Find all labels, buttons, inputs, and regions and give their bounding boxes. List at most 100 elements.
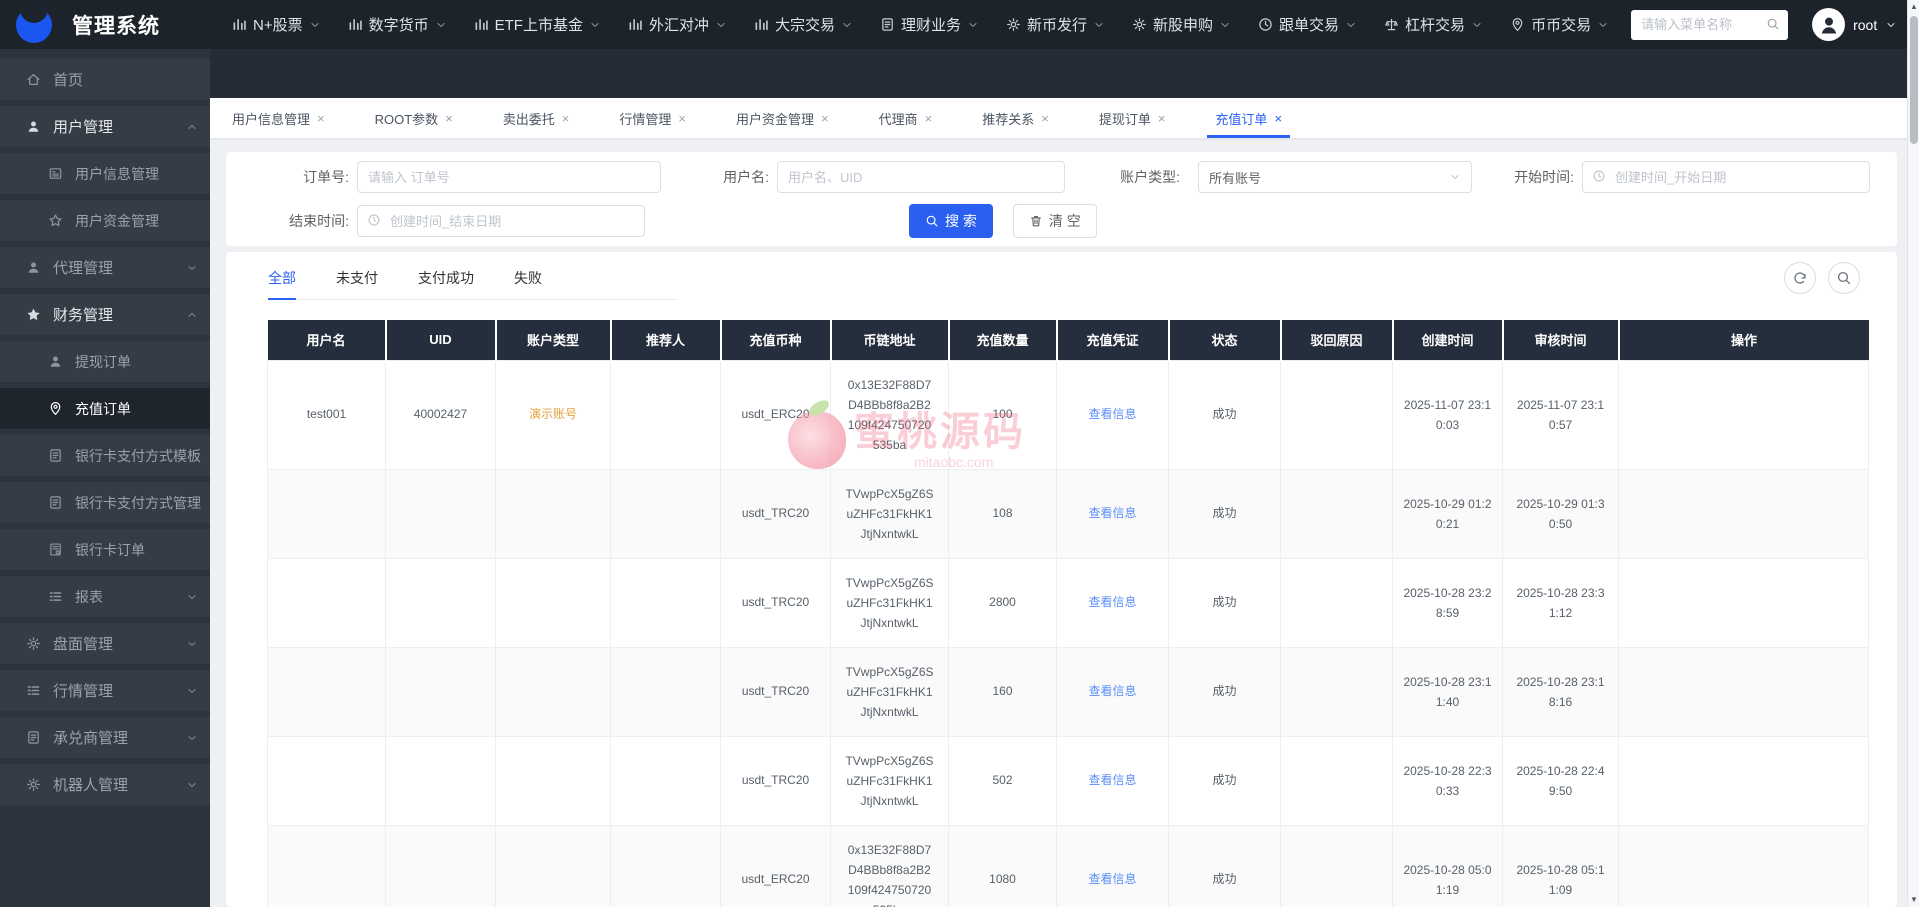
close-tab-icon[interactable]: × (1274, 111, 1282, 126)
cell-account_type (495, 557, 611, 648)
cell-referrer (610, 824, 721, 907)
close-tab-icon[interactable]: × (445, 111, 453, 126)
scrollbar-thumb[interactable] (1910, 16, 1918, 144)
leverage-icon (1384, 17, 1399, 32)
refresh-button[interactable] (1784, 262, 1816, 294)
tab-提现订单[interactable]: 提现订单 × (1085, 98, 1180, 138)
tab-行情管理[interactable]: 行情管理 × (605, 98, 700, 138)
close-tab-icon[interactable]: × (562, 111, 570, 126)
status-tab-失败[interactable]: 失败 (514, 264, 542, 298)
column-header-UID: UID (385, 320, 497, 360)
view-info-link[interactable]: 查看信息 (1088, 773, 1136, 787)
nav-menu-10[interactable]: 杠杆交易 (1384, 14, 1483, 35)
nav-menu-1[interactable]: N+股票 (232, 14, 321, 35)
scroll-down-icon[interactable]: ▼ (1908, 893, 1919, 907)
close-tab-icon[interactable]: × (1041, 111, 1049, 126)
chevron-down-icon (1885, 19, 1897, 31)
cell-amount: 160 (948, 646, 1057, 737)
tab-ROOT参数[interactable]: ROOT参数 × (361, 98, 467, 138)
sidebar-item-label: 提现订单 (75, 353, 131, 370)
sidebar-item-银行卡支付方式管理[interactable]: 银行卡支付方式管理 (0, 482, 210, 523)
status-tab-支付成功[interactable]: 支付成功 (418, 264, 474, 298)
status-tab-全部[interactable]: 全部 (268, 264, 296, 300)
document-icon (48, 495, 63, 510)
search-button[interactable]: 搜 索 (909, 204, 993, 238)
cell-username: test001 (267, 359, 386, 470)
start-time-input[interactable] (1582, 161, 1870, 193)
tab-用户信息管理[interactable]: 用户信息管理 × (218, 98, 339, 138)
order-no-input[interactable] (357, 161, 661, 193)
cell-action (1618, 735, 1869, 826)
nav-menu-9[interactable]: 跟单交易 (1258, 14, 1357, 35)
nav-menu-label: 新股申购 (1153, 17, 1214, 34)
close-tab-icon[interactable]: × (925, 111, 933, 126)
close-tab-icon[interactable]: × (821, 111, 829, 126)
sidebar-item-银行卡支付方式模板[interactable]: 银行卡支付方式模板 (0, 435, 210, 476)
cell-status: 成功 (1168, 735, 1281, 826)
nav-menu-3[interactable]: ETF上市基金 (474, 14, 601, 35)
vertical-scrollbar[interactable]: ▲ ▼ (1907, 0, 1919, 907)
tab-代理商[interactable]: 代理商 × (865, 98, 947, 138)
sidebar-item-代理管理[interactable]: 代理管理 (0, 247, 210, 288)
sidebar-item-label: 盘面管理 (53, 636, 114, 653)
chevron-down-icon (186, 638, 198, 650)
nav-menu-2[interactable]: 数字货币 (348, 14, 447, 35)
view-info-link[interactable]: 查看信息 (1088, 595, 1136, 609)
sidebar-item-用户信息管理[interactable]: 用户信息管理 (0, 153, 210, 194)
gear-icon (26, 636, 41, 651)
tab-充值订单[interactable]: 充值订单 × (1201, 98, 1296, 138)
cell-uid: 40002427 (385, 359, 496, 470)
zoom-button[interactable] (1828, 262, 1860, 294)
gear-icon (1006, 17, 1021, 32)
view-info-link[interactable]: 查看信息 (1088, 684, 1136, 698)
close-tab-icon[interactable]: × (1158, 111, 1166, 126)
nav-menu-5[interactable]: 大宗交易 (754, 14, 853, 35)
nav-menu-6[interactable]: 理财业务 (880, 14, 979, 35)
status-tab-未支付[interactable]: 未支付 (336, 264, 378, 298)
pin-icon (1510, 17, 1525, 32)
user-menu[interactable]: root (1812, 8, 1897, 41)
account-type-select[interactable]: 所有账号 (1198, 161, 1472, 193)
username-input[interactable] (777, 161, 1065, 193)
sidebar-item-财务管理[interactable]: 财务管理 (0, 294, 210, 335)
navbar-search (1631, 9, 1789, 40)
close-tab-icon[interactable]: × (317, 111, 325, 126)
sidebar-item-承兑商管理[interactable]: 承兑商管理 (0, 717, 210, 758)
sidebar-item-机器人管理[interactable]: 机器人管理 (0, 764, 210, 805)
nav-menu-11[interactable]: 币币交易 (1510, 14, 1609, 35)
sidebar-item-提现订单[interactable]: 提现订单 (0, 341, 210, 382)
nav-menu-8[interactable]: 新股申购 (1132, 14, 1231, 35)
scroll-up-icon[interactable]: ▲ (1908, 0, 1919, 14)
chevron-down-icon (309, 19, 321, 31)
sidebar-item-盘面管理[interactable]: 盘面管理 (0, 623, 210, 664)
menu-search-input[interactable] (1631, 9, 1789, 40)
sidebar-item-充值订单[interactable]: 充值订单 (0, 388, 210, 429)
chevron-down-icon (435, 19, 447, 31)
nav-menu-7[interactable]: 新币发行 (1006, 14, 1105, 35)
sidebar-item-报表[interactable]: 报表 (0, 576, 210, 617)
close-tab-icon[interactable]: × (678, 111, 686, 126)
view-info-link[interactable]: 查看信息 (1088, 872, 1136, 886)
view-info-link[interactable]: 查看信息 (1088, 506, 1136, 520)
cell-status: 成功 (1168, 557, 1281, 648)
gear-icon (26, 777, 41, 792)
tab-推荐关系[interactable]: 推荐关系 × (968, 98, 1063, 138)
chevron-up-icon (186, 121, 198, 133)
cell-account_type (495, 824, 611, 907)
nav-menu-label: 杠杆交易 (1405, 17, 1466, 34)
clear-button[interactable]: 清 空 (1012, 204, 1097, 238)
sidebar-item-用户管理[interactable]: 用户管理 (0, 106, 210, 147)
tab-用户资金管理[interactable]: 用户资金管理 × (722, 98, 843, 138)
cell-username (267, 735, 386, 826)
cell-amount: 108 (948, 468, 1057, 559)
tab-卖出委托[interactable]: 卖出委托 × (489, 98, 584, 138)
chevron-down-icon (1093, 19, 1105, 31)
nav-menu-4[interactable]: 外汇对冲 (628, 14, 727, 35)
end-time-input[interactable] (357, 205, 645, 237)
sidebar-item-用户资金管理[interactable]: 用户资金管理 (0, 200, 210, 241)
cell-action (1618, 359, 1869, 470)
view-info-link[interactable]: 查看信息 (1088, 407, 1136, 421)
sidebar-item-行情管理[interactable]: 行情管理 (0, 670, 210, 711)
sidebar-item-银行卡订单[interactable]: 银行卡订单 (0, 529, 210, 570)
sidebar-item-首页[interactable]: 首页 (0, 59, 210, 100)
